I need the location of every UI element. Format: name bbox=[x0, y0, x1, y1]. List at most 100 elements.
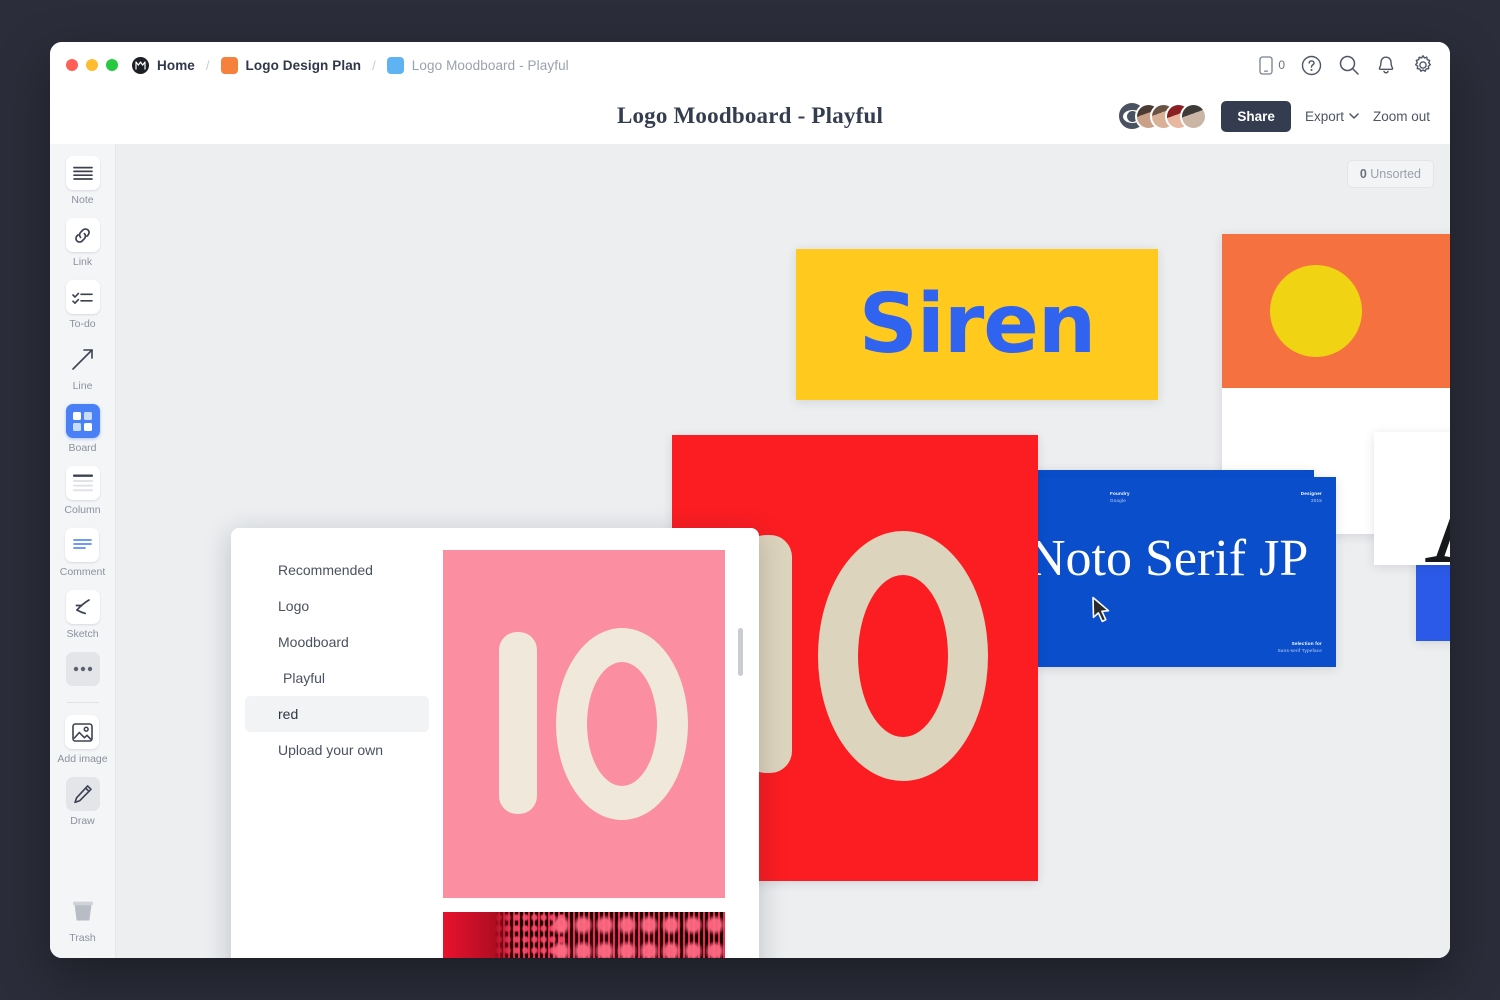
sidebar-item-label: Link bbox=[73, 256, 92, 268]
mobile-icon bbox=[1259, 56, 1273, 75]
board-header: Logo Moodboard - Playful Share Export Zo… bbox=[50, 88, 1450, 144]
sidebar-item-draw[interactable]: Draw bbox=[66, 777, 100, 827]
picker-category-list: Recommended Logo Moodboard Playful red U… bbox=[231, 528, 443, 958]
unsorted-label: Unsorted bbox=[1370, 167, 1421, 181]
titlebar-actions: 0 bbox=[1259, 54, 1434, 76]
minimize-window-button[interactable] bbox=[86, 59, 98, 71]
thumbnail-scrollbar[interactable] bbox=[738, 550, 743, 958]
picker-category-moodboard[interactable]: Moodboard bbox=[245, 624, 429, 660]
link-icon bbox=[66, 218, 100, 252]
maximize-window-button[interactable] bbox=[106, 59, 118, 71]
picker-category-logo[interactable]: Logo bbox=[245, 588, 429, 624]
notifications-icon[interactable] bbox=[1376, 55, 1396, 76]
sidebar-item-comment[interactable]: Comment bbox=[60, 528, 106, 578]
red-led-grid-thumbnail[interactable] bbox=[443, 912, 725, 958]
settings-gear-icon[interactable] bbox=[1412, 54, 1434, 76]
siren-wordmark: Siren bbox=[859, 284, 1096, 366]
close-window-button[interactable] bbox=[66, 59, 78, 71]
sidebar-item-add-image[interactable]: Add image bbox=[57, 715, 107, 765]
presence-avatars[interactable] bbox=[1117, 101, 1207, 131]
breadcrumb-label: Home bbox=[157, 58, 195, 73]
sidebar-item-link[interactable]: Link bbox=[66, 218, 100, 268]
noto-bottom-meta: Selection for Sans-serif Typeface bbox=[1278, 641, 1322, 655]
board-icon bbox=[66, 404, 100, 438]
sidebar-item-note[interactable]: Note bbox=[66, 156, 100, 206]
more-icon bbox=[66, 652, 100, 686]
comment-icon bbox=[65, 528, 99, 562]
popup-caret bbox=[231, 796, 232, 816]
thumbnail-column bbox=[443, 550, 725, 958]
sidebar-item-column[interactable]: Column bbox=[64, 466, 100, 516]
help-icon[interactable] bbox=[1301, 55, 1322, 76]
milanote-logo-icon bbox=[132, 57, 149, 74]
picker-thumbnail-list[interactable] bbox=[443, 528, 759, 958]
breadcrumb-label: Logo Moodboard - Playful bbox=[412, 58, 569, 73]
chevron-down-icon bbox=[1349, 113, 1359, 120]
siren-logo-card[interactable]: Siren bbox=[796, 249, 1158, 400]
sidebar-item-label: Column bbox=[64, 504, 100, 516]
board-canvas[interactable]: 0 Unsorted A bbox=[116, 144, 1450, 958]
scrollbar-thumb[interactable] bbox=[738, 628, 743, 676]
sidebar-item-sketch[interactable]: Sketch bbox=[66, 590, 100, 640]
sidebar-item-trash[interactable]: Trash bbox=[66, 894, 100, 944]
mobile-devices-button[interactable]: 0 bbox=[1259, 56, 1285, 75]
picker-category-upload-your-own[interactable]: Upload your own bbox=[245, 732, 429, 768]
draw-pencil-icon bbox=[66, 777, 100, 811]
sidebar-divider bbox=[67, 702, 99, 703]
zoom-out-button[interactable]: Zoom out bbox=[1373, 109, 1430, 124]
mouse-cursor bbox=[1091, 596, 1113, 631]
screen: Home / Logo Design Plan / Logo Moodboard… bbox=[0, 0, 1500, 1000]
sidebar-item-label: Board bbox=[68, 442, 96, 454]
sketch-icon bbox=[66, 590, 100, 624]
add-image-icon bbox=[65, 715, 99, 749]
sidebar-item-label: Trash bbox=[69, 932, 95, 944]
device-count: 0 bbox=[1278, 58, 1285, 72]
breadcrumb-separator: / bbox=[206, 58, 210, 73]
share-button[interactable]: Share bbox=[1221, 101, 1291, 132]
pink-ten-thumbnail[interactable] bbox=[443, 550, 725, 898]
sidebar-item-label: Note bbox=[71, 194, 93, 206]
sidebar-item-label: Add image bbox=[57, 753, 107, 765]
noto-foundry-meta: Foundry Google bbox=[1110, 491, 1130, 505]
search-icon[interactable] bbox=[1338, 54, 1360, 76]
sidebar-item-label: To-do bbox=[69, 318, 95, 330]
trash-icon bbox=[66, 894, 100, 928]
picker-category-red[interactable]: red bbox=[245, 696, 429, 732]
led-large-dots bbox=[550, 912, 725, 958]
noto-serif-specimen-text: Noto Serif JP bbox=[1038, 529, 1308, 588]
blue-square-icon bbox=[387, 57, 404, 74]
picker-category-playful[interactable]: Playful bbox=[245, 660, 429, 696]
note-icon bbox=[66, 156, 100, 190]
sidebar-item-line[interactable]: Line bbox=[66, 342, 100, 392]
breadcrumb-item-logo-moodboard-playful[interactable]: Logo Moodboard - Playful bbox=[387, 57, 569, 74]
sidebar-item-label: Sketch bbox=[66, 628, 98, 640]
breadcrumb-item-logo-design-plan[interactable]: Logo Design Plan bbox=[221, 57, 362, 74]
sidebar-item-label: Comment bbox=[60, 566, 106, 578]
orange-band bbox=[1222, 234, 1450, 388]
tool-sidebar: Note Link To-do bbox=[50, 144, 116, 958]
sidebar-item-board[interactable]: Board bbox=[66, 404, 100, 454]
export-button[interactable]: Export bbox=[1305, 109, 1359, 124]
yellow-circle-shape bbox=[1270, 265, 1362, 357]
image-picker-popup[interactable]: Recommended Logo Moodboard Playful red U… bbox=[231, 528, 759, 958]
sidebar-item-label: Draw bbox=[70, 815, 95, 827]
export-label: Export bbox=[1305, 109, 1344, 124]
noto-serif-card[interactable]: Foundry Google Designer 2015 Noto Serif … bbox=[1038, 477, 1336, 667]
unsorted-badge[interactable]: 0 Unsorted bbox=[1347, 160, 1434, 188]
title-bar: Home / Logo Design Plan / Logo Moodboard… bbox=[50, 42, 1450, 88]
breadcrumb-item-home[interactable]: Home bbox=[132, 57, 195, 74]
sidebar-item-todo[interactable]: To-do bbox=[66, 280, 100, 330]
breadcrumb-separator: / bbox=[372, 58, 376, 73]
picker-category-recommended[interactable]: Recommended bbox=[245, 552, 429, 588]
led-left-glow bbox=[443, 912, 516, 958]
column-icon bbox=[66, 466, 100, 500]
app-window: Home / Logo Design Plan / Logo Moodboard… bbox=[50, 42, 1450, 958]
avatar[interactable] bbox=[1180, 103, 1207, 130]
app-body: Note Link To-do bbox=[50, 144, 1450, 958]
sidebar-item-more[interactable] bbox=[66, 652, 100, 686]
letter-a-card[interactable]: A bbox=[1374, 432, 1450, 565]
orange-square-icon bbox=[221, 57, 238, 74]
breadcrumb-label: Logo Design Plan bbox=[246, 58, 362, 73]
letter-a-glyph: A bbox=[1424, 452, 1450, 566]
breadcrumb: Home / Logo Design Plan / Logo Moodboard… bbox=[132, 57, 569, 74]
